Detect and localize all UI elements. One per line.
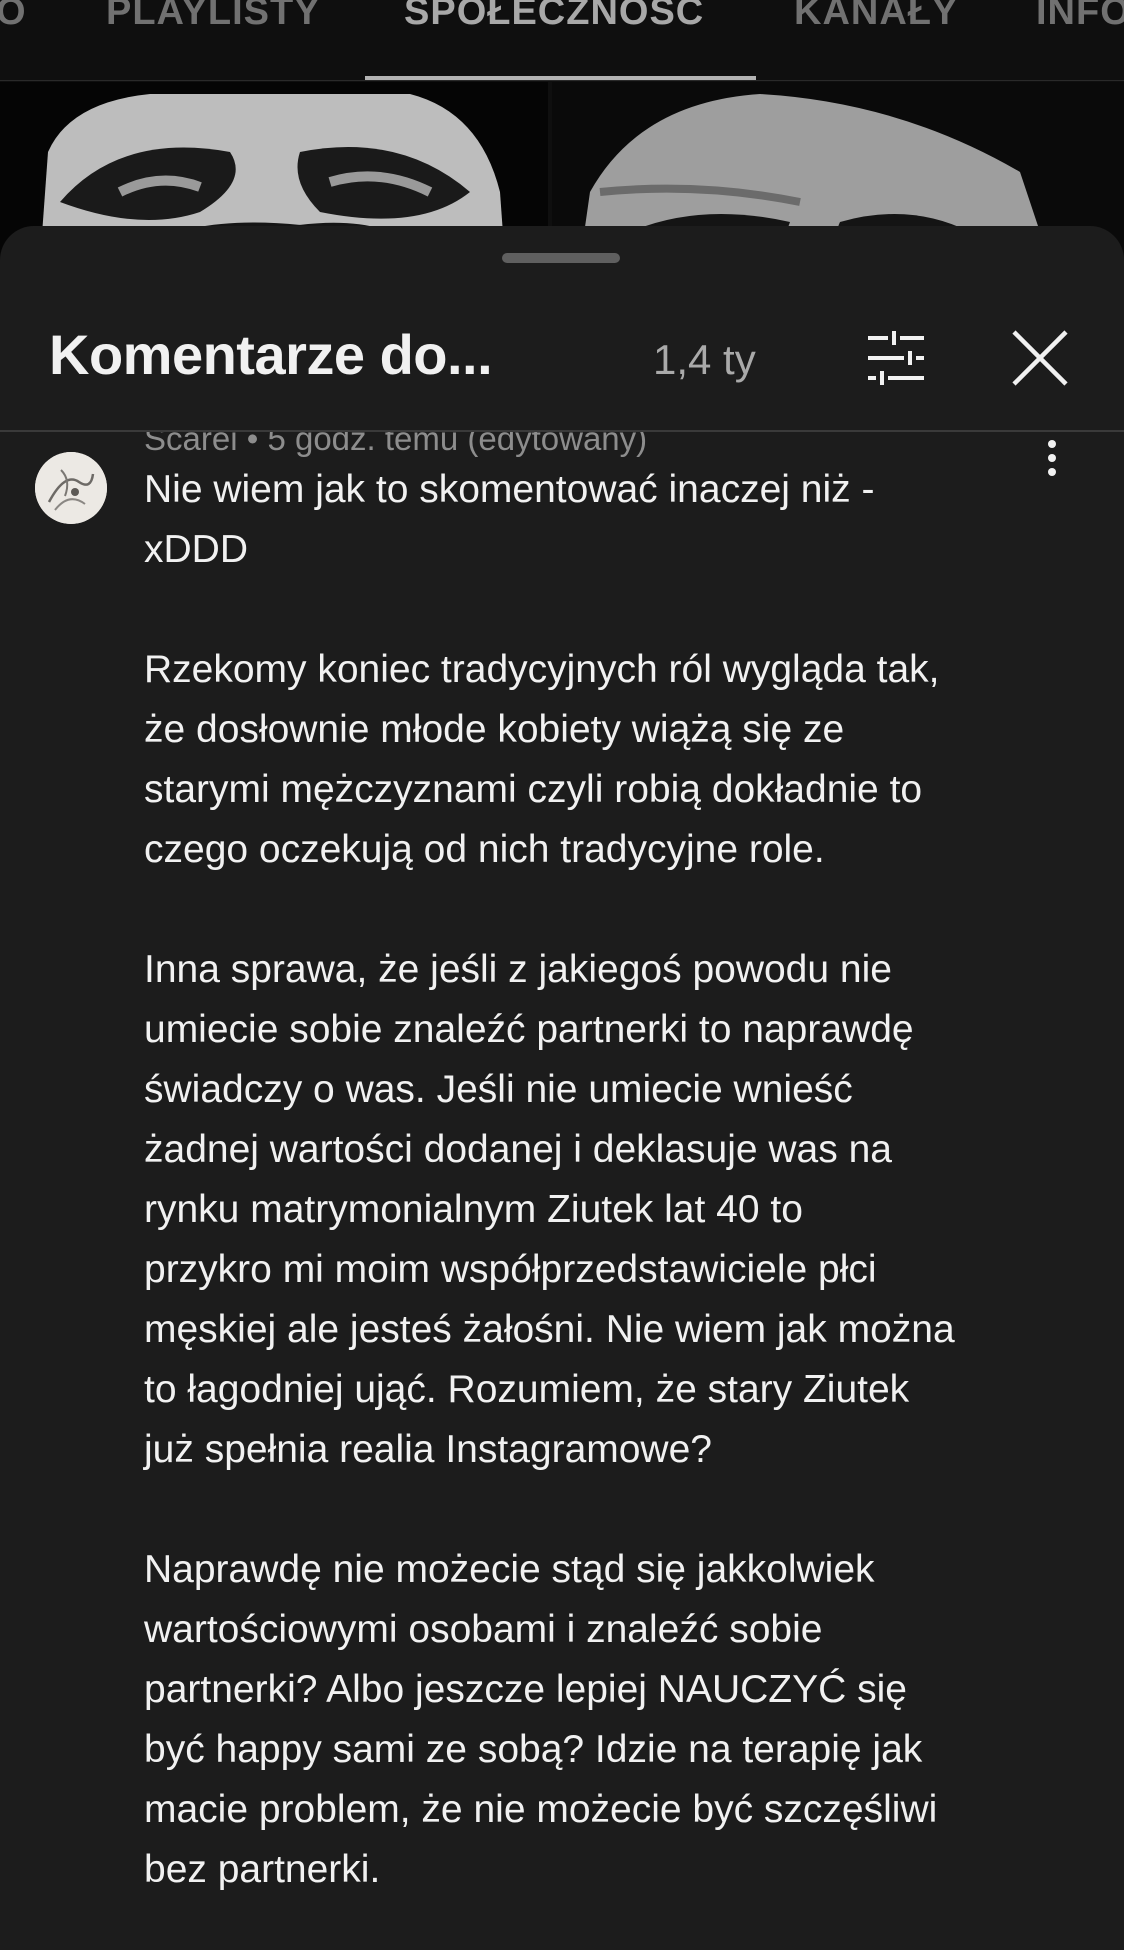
drag-handle[interactable] [502,253,620,263]
comment-paragraph: Inna sprawa, że jeśli z jakiegoś powodu … [144,948,955,1471]
comment-paragraph: Naprawdę nie możecie stąd się jakkolwiek… [144,1548,938,1891]
comment-meta: Scarei • 5 godz. temu (edytowany) [144,432,647,458]
tab-community[interactable]: SPOŁECZNOŚĆ [404,0,704,32]
comment-count: 1,4 ty [653,336,756,383]
channel-tabs: O PLAYLISTY SPOŁECZNOŚĆ KANAŁY INFO [0,0,1124,81]
meta-separator: • [246,432,259,457]
sort-filter-button[interactable] [860,322,932,394]
comment-paragraph: Rzekomy koniec tradycyjnych ról wygląda … [144,648,940,871]
tab-playlists[interactable]: PLAYLISTY [106,0,321,32]
comment-thread: Scarei • 5 godz. temu (edytowany) Nie wi… [0,432,1124,1950]
comments-sheet: Komentarze do... 1,4 ty Scarei • 5 godz.… [0,226,1124,1950]
active-tab-indicator [365,76,756,80]
avatar[interactable] [35,452,107,524]
tab-channels[interactable]: KANAŁY [794,0,958,32]
sheet-title: Komentarze do... [49,323,493,386]
sliders-icon [868,331,924,385]
tab-info[interactable]: INFO [1036,0,1124,32]
comment-time: 5 godz. temu (edytowany) [267,432,648,457]
close-button[interactable] [1004,322,1076,394]
comment-author[interactable]: Scarei [144,432,238,457]
tab-home[interactable]: O [0,0,27,32]
avatar-image [35,452,107,524]
comment-text: Nie wiem jak to skomentować inaczej niż … [144,460,1074,1900]
close-icon [1012,330,1068,386]
comment-paragraph: Nie wiem jak to skomentować inaczej niż … [144,468,875,571]
